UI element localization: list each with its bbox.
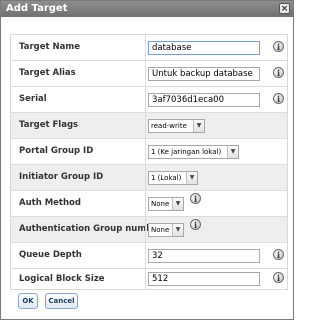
queue-depth-input[interactable]: 32 xyxy=(148,249,260,263)
row-target-name: Target Name database i xyxy=(11,35,287,60)
portal-group-id-label: Portal Group ID xyxy=(19,146,94,156)
auth-group-number-select[interactable]: None ▼ xyxy=(148,223,184,237)
column-divider xyxy=(145,35,146,289)
target-flags-label: Target Flags xyxy=(19,120,79,130)
target-name-input[interactable]: database xyxy=(148,41,260,55)
chevron-down-icon[interactable]: ▼ xyxy=(186,172,197,184)
target-flags-value: read-write xyxy=(151,122,187,130)
info-icon[interactable]: i xyxy=(273,249,284,260)
cancel-button[interactable]: Cancel xyxy=(45,293,78,309)
dialog-title: Add Target xyxy=(6,3,68,14)
chevron-down-icon[interactable]: ▼ xyxy=(193,120,204,132)
initiator-group-id-value: 1 (Lokal) xyxy=(151,174,182,182)
portal-group-id-select[interactable]: 1 (Ke jaringan lokal) ▼ xyxy=(148,145,239,159)
row-target-alias: Target Alias Untuk backup database i xyxy=(11,61,287,86)
target-name-label: Target Name xyxy=(19,42,80,52)
dialog-titlebar[interactable]: Add Target × xyxy=(1,1,293,17)
auth-method-label: Auth Method xyxy=(19,198,81,208)
chevron-down-icon[interactable]: ▼ xyxy=(227,146,238,158)
logical-block-size-input[interactable]: 512 xyxy=(148,272,260,286)
auth-method-select[interactable]: None ▼ xyxy=(148,197,184,211)
row-initiator-group-id: Initiator Group ID 1 (Lokal) ▼ xyxy=(11,165,287,190)
row-logical-block-size: Logical Block Size 512 i xyxy=(11,269,287,289)
auth-group-number-value: None xyxy=(151,226,170,234)
target-alias-label: Target Alias xyxy=(19,68,76,78)
portal-group-id-value: 1 (Ke jaringan lokal) xyxy=(151,148,222,156)
row-target-flags: Target Flags read-write ▼ xyxy=(11,113,287,138)
chevron-down-icon[interactable]: ▼ xyxy=(172,198,183,210)
initiator-group-id-select[interactable]: 1 (Lokal) ▼ xyxy=(148,171,198,185)
logical-block-size-label: Logical Block Size xyxy=(19,274,105,284)
info-icon[interactable]: i xyxy=(273,93,284,104)
ok-button[interactable]: OK xyxy=(18,293,38,309)
info-icon[interactable]: i xyxy=(273,272,284,283)
close-icon[interactable]: × xyxy=(279,3,290,14)
target-form: Target Name database i Target Alias Untu… xyxy=(10,34,288,290)
row-auth-method: Auth Method None ▼ i xyxy=(11,191,287,216)
initiator-group-id-label: Initiator Group ID xyxy=(19,172,104,182)
queue-depth-label: Queue Depth xyxy=(19,250,82,260)
info-icon[interactable]: i xyxy=(190,193,201,204)
target-alias-input[interactable]: Untuk backup database xyxy=(148,67,260,81)
auth-group-number-label: Authentication Group number xyxy=(19,224,163,234)
info-icon[interactable]: i xyxy=(190,219,201,230)
chevron-down-icon[interactable]: ▼ xyxy=(172,224,183,236)
auth-method-value: None xyxy=(151,200,170,208)
info-icon[interactable]: i xyxy=(273,41,284,52)
info-icon[interactable]: i xyxy=(273,67,284,78)
row-portal-group-id: Portal Group ID 1 (Ke jaringan lokal) ▼ xyxy=(11,139,287,164)
target-flags-select[interactable]: read-write ▼ xyxy=(148,119,205,133)
serial-label: Serial xyxy=(19,94,47,104)
serial-input[interactable]: 3af7036d1eca00 xyxy=(148,93,260,107)
row-auth-group-number: Authentication Group number None ▼ i xyxy=(11,217,287,242)
add-target-dialog: Add Target × Target Name database i Targ… xyxy=(0,0,294,320)
row-queue-depth: Queue Depth 32 i xyxy=(11,243,287,268)
row-serial: Serial 3af7036d1eca00 i xyxy=(11,87,287,112)
